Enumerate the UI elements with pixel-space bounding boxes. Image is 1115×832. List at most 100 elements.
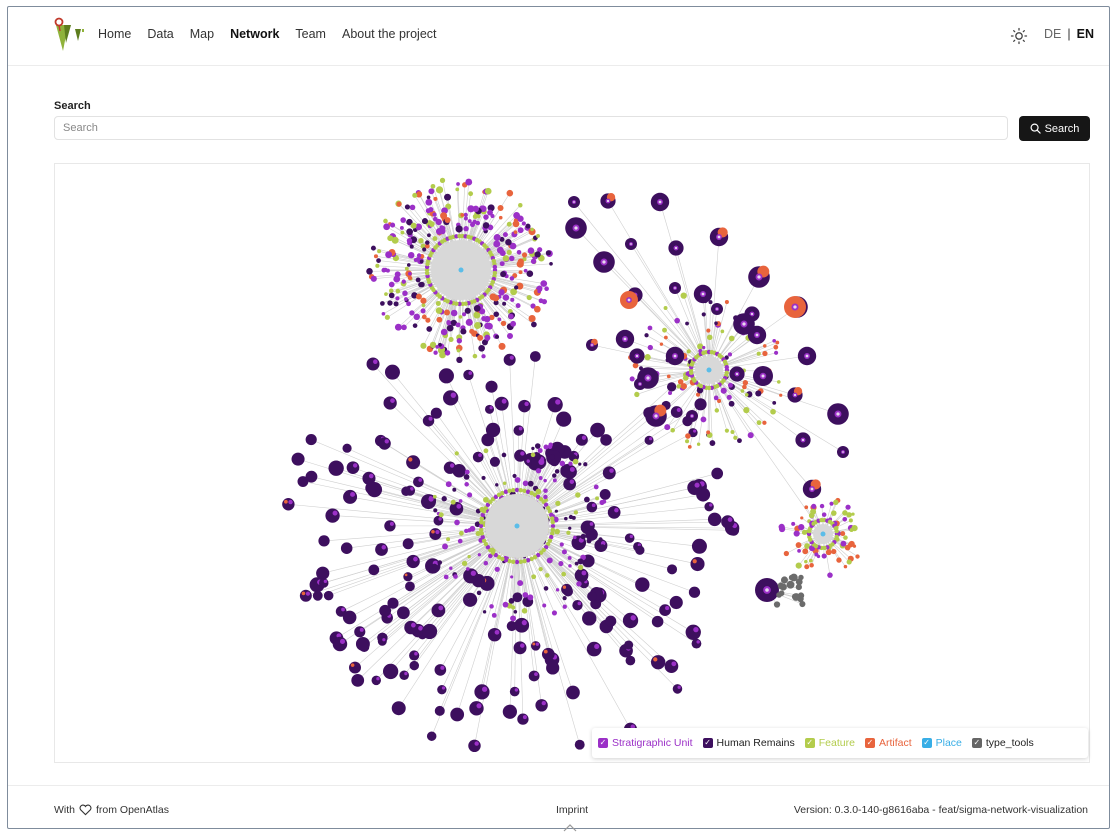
node[interactable] xyxy=(484,561,489,566)
node[interactable] xyxy=(708,513,721,526)
node[interactable] xyxy=(530,228,534,232)
node[interactable] xyxy=(483,214,488,219)
node[interactable] xyxy=(392,237,399,244)
node[interactable] xyxy=(548,444,553,449)
legend-checkbox[interactable]: ✓ xyxy=(805,738,815,748)
node[interactable] xyxy=(665,606,669,610)
node[interactable] xyxy=(671,406,683,418)
node[interactable] xyxy=(374,254,378,258)
node[interactable] xyxy=(383,268,387,272)
node[interactable] xyxy=(453,574,458,579)
node[interactable] xyxy=(503,255,509,261)
node[interactable] xyxy=(404,621,418,635)
node[interactable] xyxy=(545,573,550,578)
node[interactable] xyxy=(534,306,541,313)
node[interactable] xyxy=(841,541,847,547)
node[interactable] xyxy=(455,225,462,232)
node[interactable] xyxy=(561,572,566,577)
node[interactable] xyxy=(493,240,500,247)
node[interactable] xyxy=(528,247,535,254)
node[interactable] xyxy=(454,520,460,526)
node[interactable] xyxy=(437,317,443,323)
node[interactable] xyxy=(302,592,306,596)
node[interactable] xyxy=(476,703,481,708)
node[interactable] xyxy=(757,420,762,425)
node[interactable] xyxy=(542,299,547,304)
legend-item-artifact[interactable]: ✓Artifact xyxy=(865,737,912,749)
node[interactable] xyxy=(804,564,809,569)
node[interactable] xyxy=(685,433,691,439)
node[interactable] xyxy=(306,434,317,445)
node[interactable] xyxy=(423,415,434,426)
node[interactable] xyxy=(686,625,701,640)
node[interactable] xyxy=(688,445,692,449)
node[interactable] xyxy=(306,592,310,596)
node[interactable] xyxy=(353,463,357,467)
node[interactable] xyxy=(576,434,588,446)
node[interactable] xyxy=(846,512,851,517)
node[interactable] xyxy=(742,322,745,325)
node[interactable] xyxy=(728,517,733,522)
node[interactable] xyxy=(714,396,719,401)
node[interactable] xyxy=(531,447,534,450)
node[interactable] xyxy=(505,239,512,246)
node[interactable] xyxy=(659,604,671,616)
node[interactable] xyxy=(566,531,570,535)
node[interactable] xyxy=(490,406,493,409)
node[interactable] xyxy=(470,526,476,532)
node[interactable] xyxy=(385,365,400,380)
node[interactable] xyxy=(523,480,529,486)
node[interactable] xyxy=(675,247,677,249)
node[interactable] xyxy=(836,412,839,415)
node[interactable] xyxy=(437,560,442,565)
node[interactable] xyxy=(706,430,710,434)
node[interactable] xyxy=(697,443,700,446)
node[interactable] xyxy=(350,492,355,497)
legend-item-type-tools[interactable]: ✓type_tools xyxy=(972,737,1034,749)
node[interactable] xyxy=(514,230,518,234)
node[interactable] xyxy=(522,221,526,225)
node[interactable] xyxy=(537,290,541,294)
node[interactable] xyxy=(383,664,398,679)
node[interactable] xyxy=(551,524,555,528)
node[interactable] xyxy=(729,336,735,342)
node[interactable] xyxy=(501,321,506,326)
node[interactable] xyxy=(497,318,501,322)
node[interactable] xyxy=(551,520,555,524)
node[interactable] xyxy=(422,247,426,251)
node[interactable] xyxy=(553,478,557,482)
node[interactable] xyxy=(741,389,745,393)
node[interactable] xyxy=(822,553,827,558)
node[interactable] xyxy=(790,574,798,582)
node[interactable] xyxy=(834,529,838,533)
node[interactable] xyxy=(336,606,347,617)
node[interactable] xyxy=(648,326,653,331)
node[interactable] xyxy=(456,322,461,327)
node[interactable] xyxy=(728,352,732,356)
node[interactable] xyxy=(473,452,484,463)
node[interactable] xyxy=(634,392,639,397)
node[interactable] xyxy=(796,584,802,590)
node[interactable] xyxy=(467,492,472,497)
node[interactable] xyxy=(442,686,445,689)
node[interactable] xyxy=(529,671,540,682)
node[interactable] xyxy=(465,179,472,186)
node[interactable] xyxy=(531,322,537,328)
node[interactable] xyxy=(645,436,654,445)
node[interactable] xyxy=(464,482,469,487)
node[interactable] xyxy=(457,338,462,343)
node[interactable] xyxy=(349,662,361,674)
node[interactable] xyxy=(804,560,808,564)
node[interactable] xyxy=(552,473,556,477)
node[interactable] xyxy=(306,471,318,483)
node[interactable] xyxy=(495,397,509,411)
node[interactable] xyxy=(385,315,390,320)
node[interactable] xyxy=(351,663,355,667)
node[interactable] xyxy=(555,469,560,474)
node[interactable] xyxy=(369,474,374,479)
node[interactable] xyxy=(563,596,567,600)
node[interactable] xyxy=(737,438,742,443)
node[interactable] xyxy=(561,584,572,595)
node[interactable] xyxy=(439,512,444,517)
node[interactable] xyxy=(568,527,571,530)
